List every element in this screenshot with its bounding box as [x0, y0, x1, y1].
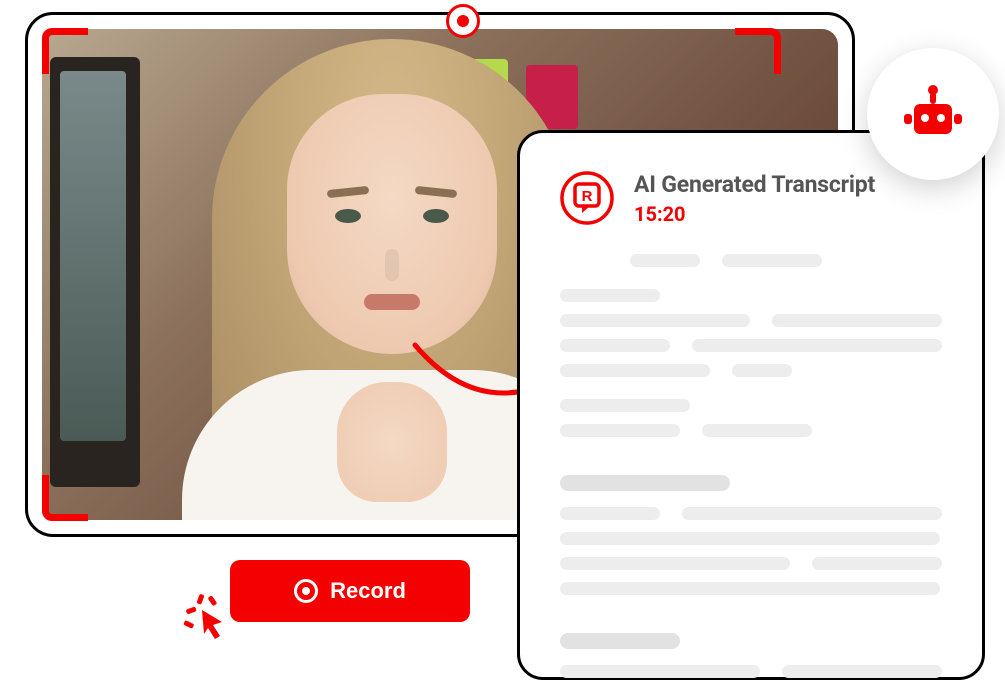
- transcript-title: AI Generated Transcript: [634, 171, 875, 198]
- transcript-timestamp: 15:20: [634, 202, 875, 226]
- frame-corner-icon: [735, 28, 781, 74]
- transcript-placeholder-line: [560, 665, 942, 678]
- click-cursor-icon: [180, 590, 234, 644]
- transcript-placeholder-heading: [560, 633, 680, 649]
- svg-text:R: R: [582, 188, 593, 205]
- transcript-panel: R AI Generated Transcript 15:20: [517, 130, 985, 680]
- transcript-placeholder-line: [560, 507, 942, 520]
- transcript-placeholder-line: [560, 532, 942, 545]
- bg-door: [50, 57, 140, 487]
- transcript-placeholder-line: [560, 424, 942, 437]
- transcript-placeholder-line: [560, 557, 942, 570]
- transcript-placeholder-heading: [560, 475, 730, 491]
- transcript-placeholder-line: [560, 582, 942, 595]
- ai-robot-badge: [867, 48, 999, 180]
- transcript-placeholder-line: [560, 254, 942, 302]
- record-icon: [294, 579, 318, 603]
- record-dot-icon: [446, 4, 480, 38]
- r-speech-bubble-logo: R: [560, 171, 614, 225]
- frame-corner-icon: [42, 475, 88, 521]
- transcript-placeholder-line: [560, 339, 942, 352]
- frame-corner-icon: [42, 28, 88, 74]
- person-placeholder: [287, 94, 497, 354]
- record-button[interactable]: Record: [230, 560, 470, 622]
- transcript-placeholder-line: [560, 364, 942, 412]
- record-button-label: Record: [330, 578, 406, 604]
- transcript-placeholder-line: [560, 314, 942, 327]
- robot-icon: [900, 84, 966, 144]
